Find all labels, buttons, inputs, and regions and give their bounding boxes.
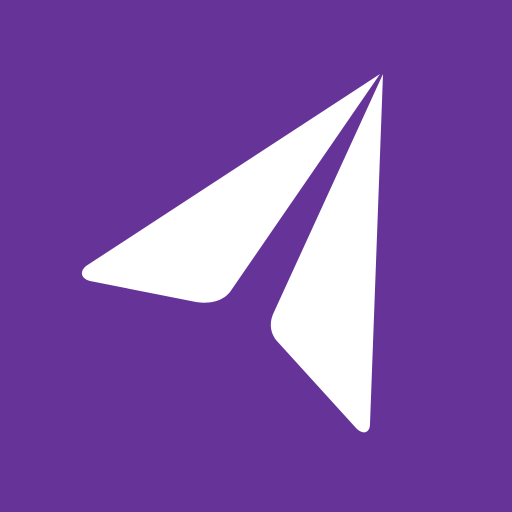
paper-plane-icon xyxy=(81,74,383,433)
app-icon-tile xyxy=(0,0,512,512)
